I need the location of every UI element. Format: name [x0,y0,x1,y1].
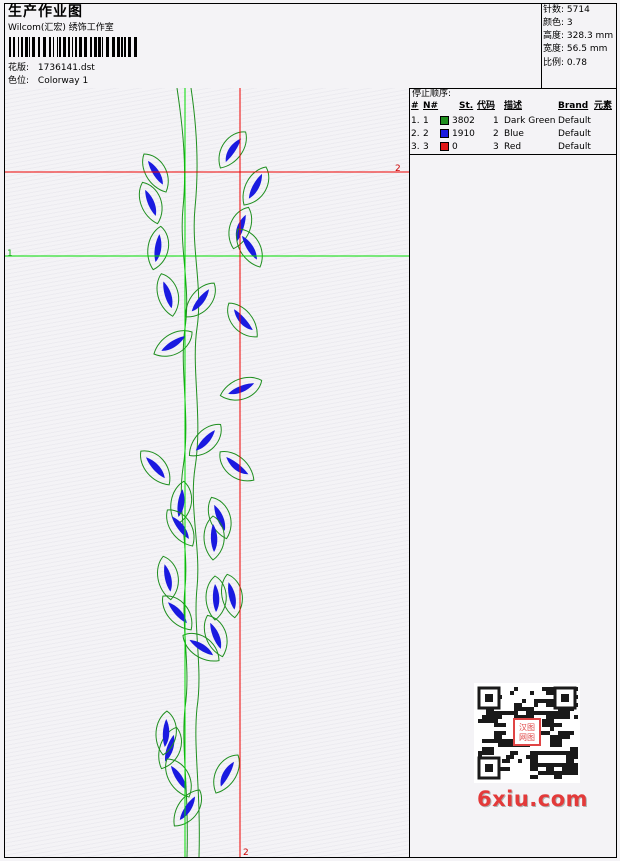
leaf [138,181,163,225]
col-element: 元素 [594,101,613,111]
table-row[interactable]: 3. 3 0 3 Red Default [410,141,616,154]
stop-sequence-title: 停止顺序: [412,89,452,99]
leaf-group [138,131,270,827]
col-code: 代码 [477,101,496,111]
stat-stitches: 针数: 5714 [543,5,590,16]
colorway-label: 色位: [8,76,30,86]
leaf [219,451,255,482]
leaf [205,575,227,621]
row-desc: Dark Green [504,116,556,126]
embroidery-canvas [5,88,409,857]
row-desc: Red [504,142,522,152]
stat-value: 5714 [566,5,590,15]
leaf [218,131,247,169]
leaf [153,330,193,357]
row-index: 3. [411,142,420,152]
panel-divider [409,88,410,858]
row-desc: Blue [504,129,524,139]
design-file-row: 花版: 1736141.dst [8,63,95,74]
stats-divider [541,3,542,88]
colorway-row: 色位: Colorway 1 [8,76,88,87]
barcode [9,37,137,57]
stat-label: 针数: [543,5,565,15]
leaf [140,450,171,486]
leaf [155,710,177,756]
row-n: 1 [423,116,429,126]
color-swatch [440,142,449,151]
row-stitches: 1910 [452,129,475,139]
green-guide-h-label: 1 [7,249,13,259]
table-row[interactable]: 1. 1 3802 1 Dark Green Default [410,115,616,128]
col-desc: 描述 [504,101,523,111]
row-brand: Default [558,142,591,152]
leaf [188,423,222,457]
leaf [147,225,170,271]
design-file-label: 花版: [8,63,30,73]
stat-label: 颜色: [543,18,565,28]
row-brand: Default [558,116,591,126]
leaf [227,302,258,338]
stat-label: 宽度: [543,44,565,54]
row-index: 1. [411,116,420,126]
stat-height: 高度: 328.3 mm [543,31,613,42]
col-brand: Brand [558,101,589,111]
row-code: 2 [493,129,499,139]
row-stitches: 3802 [452,116,475,126]
leaf [207,496,232,540]
stat-label: 比例: [543,58,565,68]
col-n: N# [423,101,439,111]
svg-text:汉图: 汉图 [519,723,535,732]
leaf [203,614,228,658]
col-hash: # [411,101,419,111]
design-file-value: 1736141.dst [37,63,95,73]
leaf [162,595,193,631]
row-code: 1 [493,116,499,126]
company-name: Wilcom(汇宏) 绣饰工作室 [8,23,114,33]
stat-scale: 比例: 0.78 [543,58,587,69]
leaf [242,166,270,206]
color-swatch [440,116,449,125]
red-guide-v-label: 2 [243,848,249,858]
leaf [157,555,179,601]
qr-code-logo: 汉图网图 [474,683,580,783]
vine-outline [176,88,200,857]
table-row[interactable]: 2. 2 1910 2 Blue Default [410,128,616,141]
stat-value: 3 [566,18,573,28]
svg-text:网图: 网图 [519,733,535,742]
stat-colors: 颜色: 3 [543,18,573,29]
row-n: 2 [423,129,429,139]
stat-label: 高度: [543,31,565,41]
stat-value: 0.78 [566,58,587,68]
stat-value: 56.5 mm [566,44,608,54]
red-guide-h-label: 2 [395,164,401,174]
row-index: 2. [411,129,420,139]
row-code: 3 [493,142,499,152]
colorway-value: Colorway 1 [37,76,89,86]
color-swatch [440,129,449,138]
row-stitches: 0 [452,142,458,152]
stat-value: 328.3 mm [566,31,614,41]
col-stitches: St. [459,101,474,111]
leaf [219,376,263,401]
leaf [156,273,180,317]
page-title: 生产作业图 [8,4,83,20]
embroidery-preview[interactable]: 1 2 2 [5,88,409,858]
stop-table-bottom [409,154,617,155]
row-brand: Default [558,129,591,139]
leaf [173,789,202,827]
watermark-logo: 6xiu.com [477,787,589,811]
row-n: 3 [423,142,429,152]
stat-width: 宽度: 56.5 mm [543,44,607,55]
